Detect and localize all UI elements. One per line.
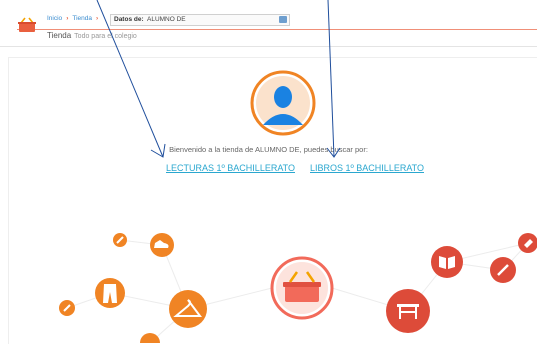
annotation-arrows (96, 0, 341, 158)
